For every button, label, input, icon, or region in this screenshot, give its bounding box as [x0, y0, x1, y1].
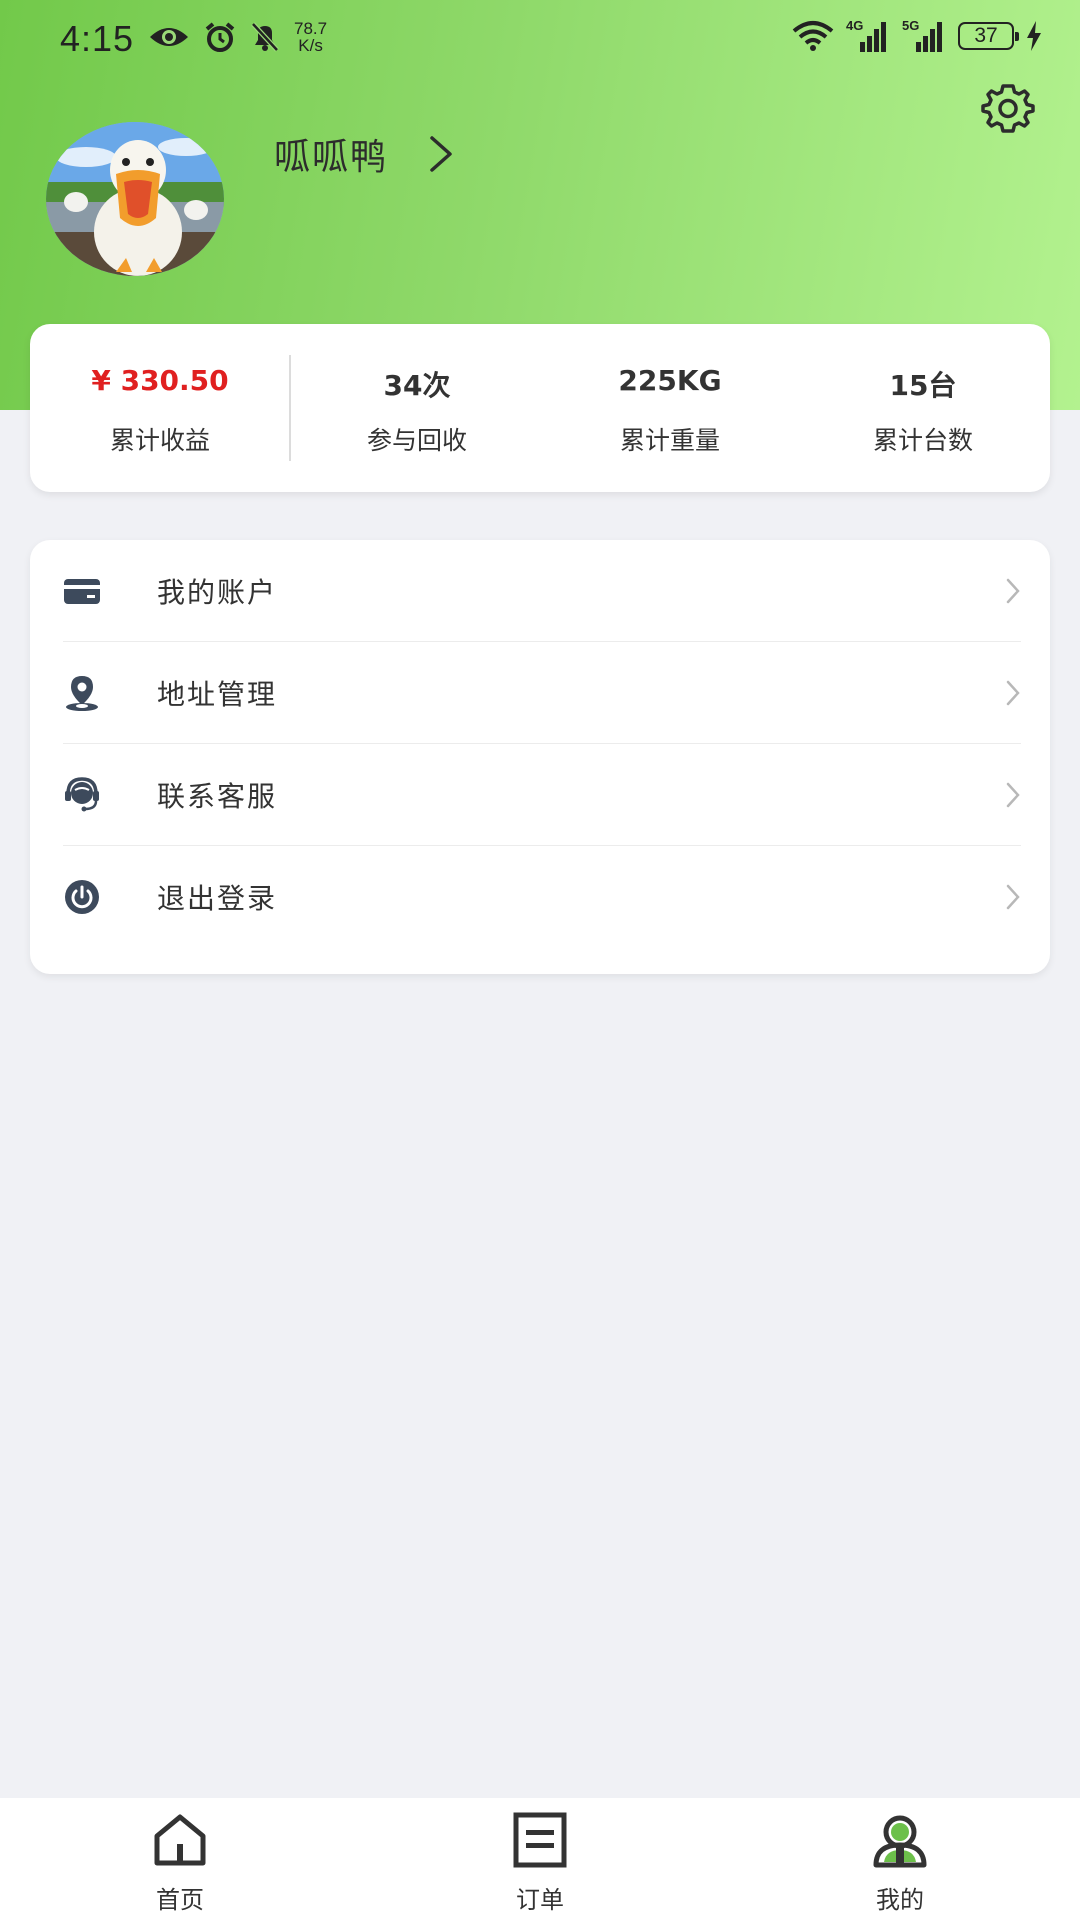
stat-value: 34次: [383, 369, 451, 402]
signal-bars-icon: [916, 22, 942, 52]
stat-total-units[interactable]: 15台 累计台数: [803, 324, 1043, 492]
profile-arrow[interactable]: [428, 134, 454, 174]
avatar[interactable]: [46, 122, 224, 276]
status-time: 4:15: [60, 18, 135, 59]
menu-item-address[interactable]: 地址管理: [63, 642, 1021, 744]
signal-bars-icon: [860, 22, 886, 52]
nav-item-orders[interactable]: 订单: [440, 1798, 640, 1920]
orders-icon: [513, 1812, 567, 1868]
alarm-icon: [205, 22, 235, 52]
signal-5g: 5G: [902, 18, 946, 52]
net-speed-value: 78.7: [294, 19, 328, 38]
menu-item-customer-service[interactable]: 联系客服: [63, 744, 1021, 846]
stat-value: 15台: [889, 369, 957, 402]
stat-label: 累计重量: [619, 426, 720, 455]
gear-icon: [981, 84, 1035, 133]
chevron-right-icon: [1006, 884, 1020, 910]
signal-4g: 4G: [846, 18, 890, 52]
wifi-icon: [792, 21, 834, 51]
net-speed-unit: K/s: [298, 36, 323, 55]
status-bar: 4:15 78.7 K/s 4G 5G 37: [0, 0, 1080, 80]
nav-item-home[interactable]: 首页: [80, 1798, 280, 1920]
charging-icon: [1027, 21, 1041, 51]
duck-avatar-image: [46, 122, 224, 276]
nav-label: 订单: [516, 1886, 564, 1914]
stat-value: 225KG: [618, 364, 722, 397]
settings-button[interactable]: [980, 80, 1036, 136]
stat-label: 累计收益: [109, 426, 210, 455]
eye-icon: [150, 28, 188, 46]
chevron-right-icon: [1006, 578, 1020, 604]
location-icon: [66, 676, 98, 711]
profile-name[interactable]: 呱呱鸭: [274, 128, 388, 180]
menu-item-logout[interactable]: 退出登录: [63, 846, 1021, 948]
stat-total-weight[interactable]: 225KG 累计重量: [550, 324, 790, 492]
stats-card: ¥ 330.50 累计收益 34次 参与回收 225KG 累计重量 15台 累计…: [30, 324, 1050, 492]
mute-bell-icon: [251, 22, 279, 52]
menu-card: 我的账户 地址管理 联系客服 退出登录: [30, 540, 1050, 974]
menu-label: 地址管理: [157, 678, 278, 711]
nav-label: 我的: [876, 1886, 924, 1914]
stat-total-earnings[interactable]: ¥ 330.50 累计收益: [40, 324, 280, 492]
chevron-right-icon: [1006, 680, 1020, 706]
menu-label: 联系客服: [157, 780, 278, 813]
chevron-right-icon: [430, 136, 452, 172]
stat-label: 参与回收: [366, 426, 467, 455]
menu-item-my-account[interactable]: 我的账户: [63, 540, 1021, 642]
card-icon: [64, 579, 100, 604]
stat-divider: [289, 355, 291, 461]
status-right-icons: 4G 5G 37: [792, 18, 1042, 52]
nav-item-mine[interactable]: 我的: [800, 1798, 1000, 1920]
nav-label: 首页: [156, 1886, 204, 1914]
headset-icon: [65, 777, 99, 812]
bottom-nav: 首页 订单 我的: [0, 1798, 1080, 1920]
profile-icon: [873, 1815, 927, 1868]
power-icon: [65, 880, 99, 914]
chevron-right-icon: [1006, 782, 1020, 808]
net-speed: 78.7 K/s: [294, 20, 327, 54]
home-icon: [154, 1814, 206, 1866]
stat-label: 累计台数: [872, 426, 973, 455]
stat-value: ¥ 330.50: [91, 364, 229, 397]
stat-recycle-count[interactable]: 34次 参与回收: [297, 324, 537, 492]
battery-indicator: 37: [958, 22, 1019, 50]
menu-label: 我的账户: [157, 576, 278, 609]
status-left-icons: 78.7 K/s: [148, 20, 327, 54]
menu-label: 退出登录: [157, 882, 278, 915]
